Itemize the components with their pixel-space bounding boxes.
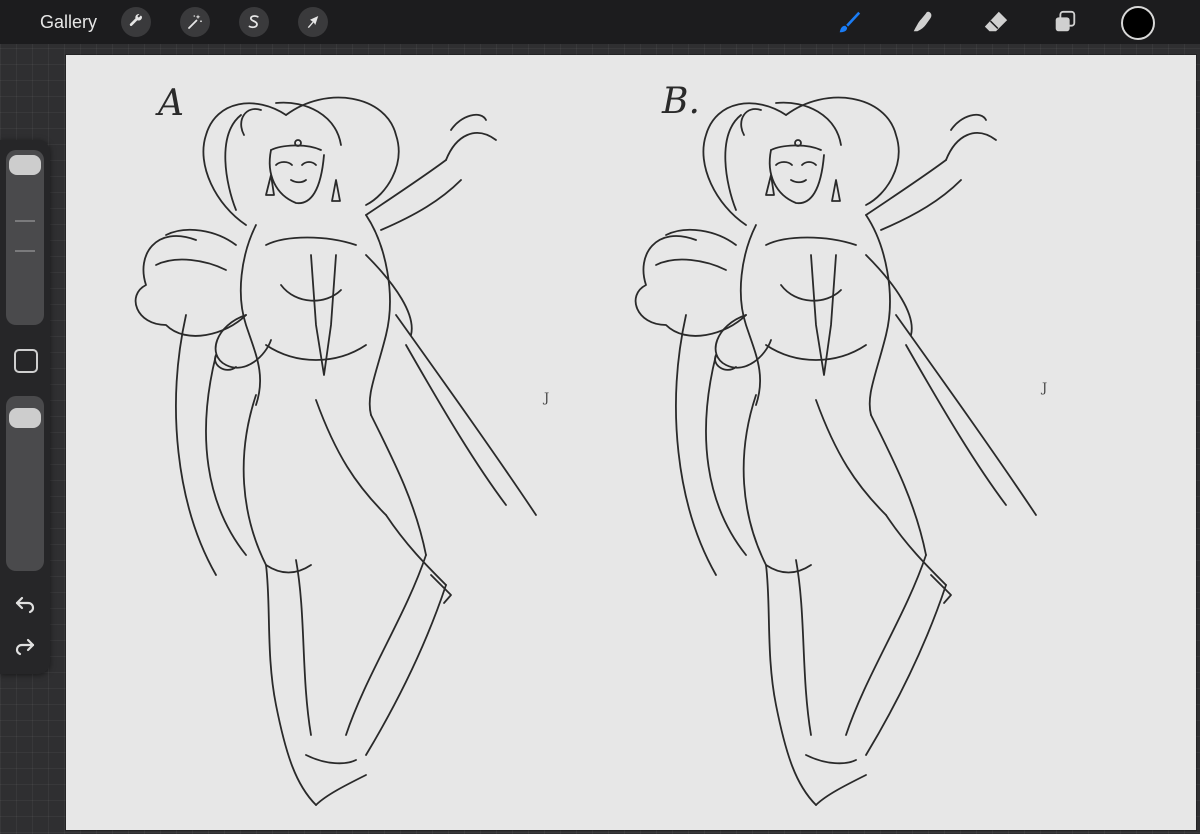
eraser-icon — [984, 11, 1008, 32]
arrow-cursor-icon — [307, 16, 319, 28]
sketch-b-figure — [634, 96, 1037, 806]
sketch-artwork — [134, 96, 1037, 806]
sketch-b-label: B. — [662, 81, 700, 122]
brush-size-thumb[interactable] — [9, 155, 41, 175]
brush-size-slider[interactable] — [6, 150, 44, 325]
stray-mark-a: J — [544, 391, 550, 406]
slider-tick — [15, 250, 35, 252]
smudge-finger-icon — [913, 11, 932, 32]
slider-tick — [15, 220, 35, 222]
sketch-a-label: A — [158, 83, 184, 124]
smudge-tool-button[interactable] — [908, 7, 938, 37]
layers-button[interactable] — [1050, 7, 1080, 37]
wrench-icon — [129, 14, 143, 26]
transform-button[interactable] — [298, 7, 328, 37]
color-picker-button[interactable] — [1121, 6, 1155, 40]
selection-s-icon — [248, 15, 259, 29]
stray-mark-b: J — [1042, 381, 1048, 396]
redo-button[interactable] — [11, 634, 39, 658]
left-sidebar — [0, 140, 50, 674]
brush-tool-button[interactable] — [834, 7, 864, 37]
undo-button[interactable] — [11, 592, 39, 616]
redo-arrow-icon — [15, 638, 35, 656]
sketch-a-figure — [134, 96, 537, 806]
top-toolbar: Gallery — [0, 0, 1200, 44]
opacity-thumb[interactable] — [9, 408, 41, 428]
gallery-button[interactable]: Gallery — [40, 10, 97, 34]
brush-icon — [839, 11, 861, 33]
eraser-tool-button[interactable] — [981, 7, 1011, 37]
layers-icon — [1055, 10, 1076, 32]
drawing-canvas[interactable]: A B. J J — [66, 55, 1196, 830]
selection-button[interactable] — [239, 7, 269, 37]
modify-square-button[interactable] — [14, 349, 38, 373]
opacity-slider[interactable] — [6, 396, 44, 571]
undo-arrow-icon — [15, 596, 35, 614]
magic-wand-icon — [188, 14, 202, 29]
actions-button[interactable] — [121, 7, 151, 37]
adjustments-button[interactable] — [180, 7, 210, 37]
